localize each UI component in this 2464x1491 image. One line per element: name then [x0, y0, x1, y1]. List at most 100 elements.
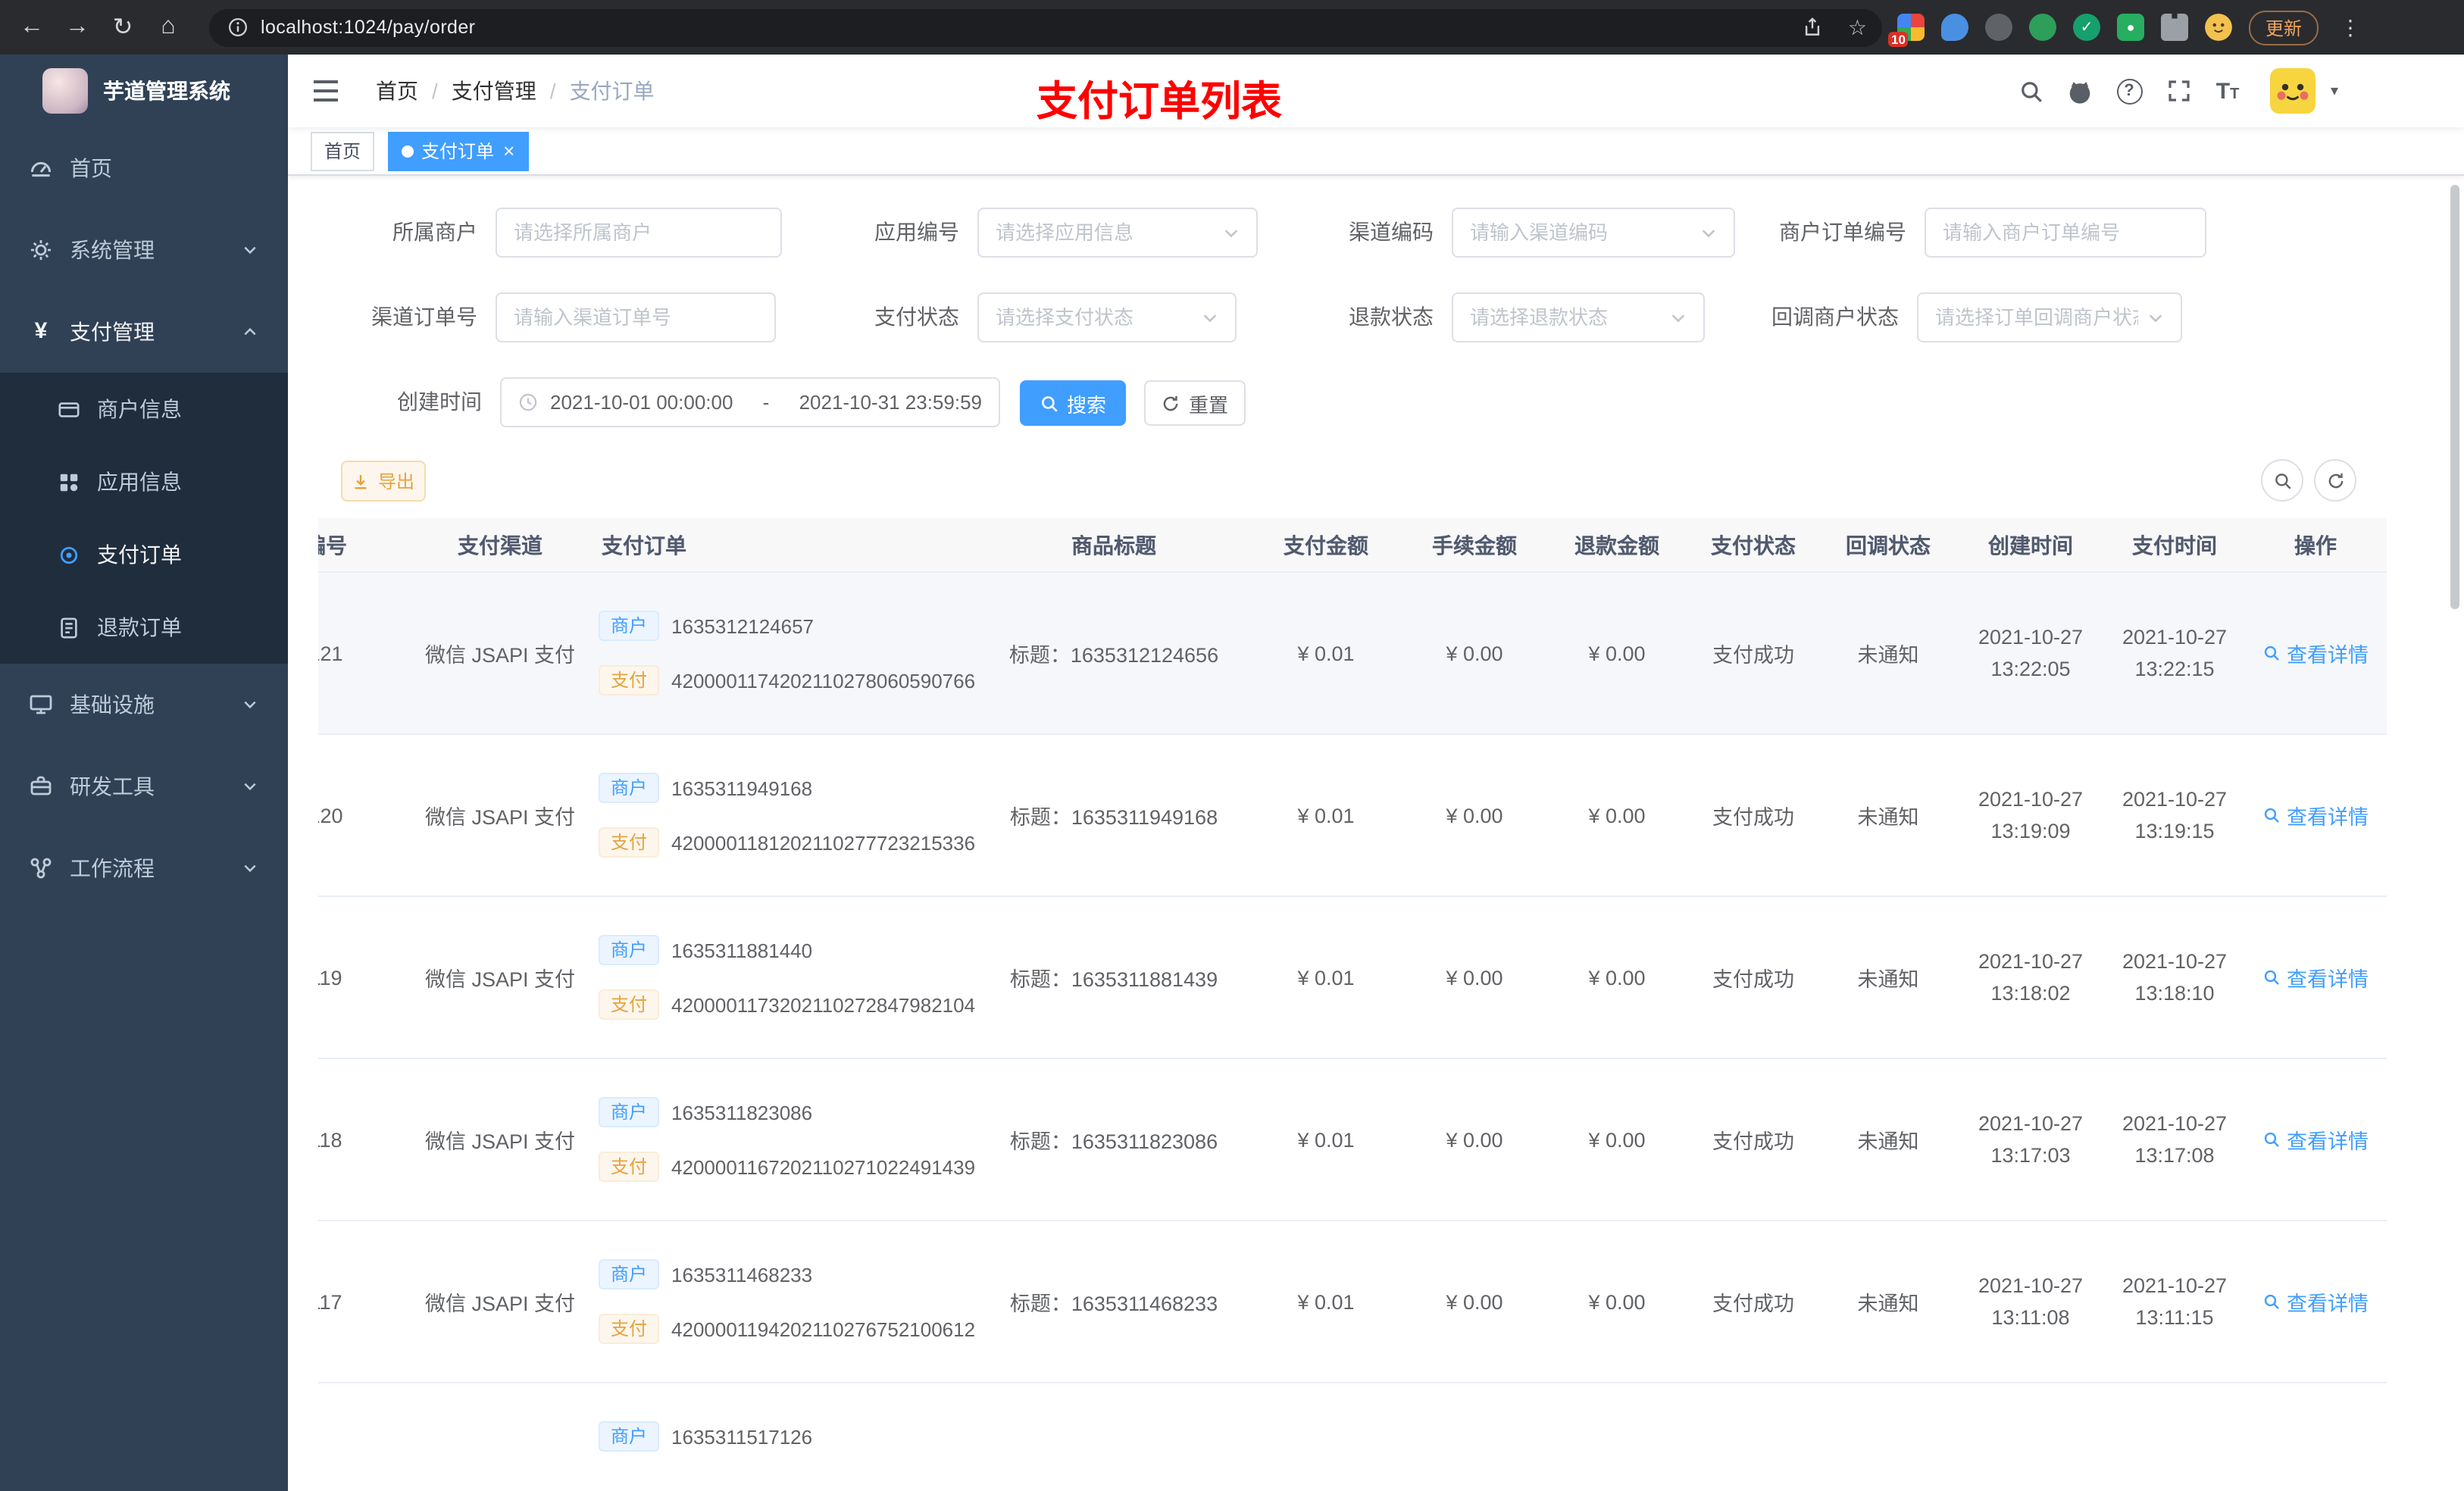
view-detail-link[interactable]: 查看详情 — [2262, 638, 2369, 668]
callback-status-input[interactable] — [1935, 306, 2138, 329]
browser-menu-icon[interactable]: ⋮ — [2335, 14, 2366, 40]
chevron-down-icon[interactable]: ▾ — [2331, 55, 2338, 127]
merchant-tag: 商户 — [599, 773, 660, 803]
extension-icon-chat[interactable]: ● — [2117, 14, 2144, 41]
export-button[interactable]: 导出 — [341, 461, 426, 502]
help-icon[interactable]: ? — [2111, 73, 2147, 109]
browser-update-button[interactable]: 更新 — [2249, 10, 2319, 45]
share-icon[interactable] — [1803, 17, 1824, 38]
extension-icon-check[interactable]: ✓ — [2073, 14, 2100, 41]
merchant-order-no-input[interactable] — [1943, 221, 2188, 244]
sidebar-item-infrastructure[interactable]: 基础设施 — [0, 664, 288, 746]
github-icon[interactable] — [2061, 73, 2097, 109]
cell-fee-amount: ¥ 0.00 — [1446, 804, 1503, 827]
reset-button[interactable]: 重置 — [1144, 380, 1246, 426]
cell-refund-amount: ¥ 0.00 — [1588, 966, 1646, 989]
search-icon — [2264, 645, 2279, 661]
page-scrollbar[interactable] — [2450, 185, 2459, 609]
search-toggle-button[interactable] — [2261, 459, 2303, 502]
page-title-annotation: 支付订单列表 — [1037, 79, 1282, 124]
fullscreen-icon[interactable] — [2161, 73, 2197, 109]
bookmark-star-icon[interactable]: ☆ — [1848, 14, 1867, 40]
active-dot-icon — [402, 145, 414, 157]
search-button[interactable]: 搜索 — [1020, 380, 1126, 426]
browser-extensions: 10 ✓ ● 更新 ⋮ — [1888, 0, 2366, 55]
cell-refund-amount: ¥ 0.00 — [1588, 804, 1646, 827]
extension-icon-blue-drop[interactable] — [1941, 14, 1968, 41]
sidebar-item-dev-tools[interactable]: 研发工具 — [0, 746, 288, 827]
filter-label-refund-status: 退款状态 — [1349, 305, 1434, 329]
extension-icon-multicolor[interactable]: 10 — [1888, 14, 1925, 47]
app-select[interactable] — [977, 208, 1258, 258]
cell-pay-order: 商户 1635311823086 支付 42000011672021102710… — [599, 1059, 977, 1220]
cell-callback-status — [1820, 1383, 1956, 1491]
reload-icon[interactable]: ↻ — [100, 5, 145, 50]
view-detail-link[interactable]: 查看详情 — [2262, 800, 2369, 830]
breadcrumb-separator: / — [432, 79, 438, 103]
channel-order-no-field[interactable] — [496, 292, 776, 342]
sidebar-item-payment[interactable]: ¥ 支付管理 — [0, 291, 288, 373]
font-size-icon[interactable]: TT — [2209, 73, 2246, 109]
pay-order-line: 支付 4200001181202110277723215336 — [599, 827, 975, 858]
sidebar-item-merchant-info[interactable]: 商户信息 — [0, 373, 288, 445]
create-time: 13:11:08 — [1991, 1306, 2070, 1329]
refund-status-select[interactable] — [1452, 292, 1705, 342]
channel-code-select[interactable] — [1452, 208, 1735, 258]
breadcrumb-separator: / — [549, 79, 556, 103]
cell-product-title: 标题：1635311881439 — [1009, 968, 1218, 991]
merchant-select[interactable] — [496, 208, 782, 258]
forward-icon[interactable]: → — [55, 5, 100, 50]
sidebar-item-pay-order[interactable]: 支付订单 — [0, 518, 288, 591]
refund-status-input[interactable] — [1470, 306, 1661, 329]
callback-status-select[interactable] — [1917, 292, 2182, 342]
breadcrumb-payment[interactable]: 支付管理 — [452, 76, 536, 106]
sidebar-item-home[interactable]: 首页 — [0, 127, 288, 209]
home-icon[interactable]: ⌂ — [145, 5, 191, 50]
tab-pay-order[interactable]: 支付订单 × — [388, 131, 529, 170]
browser-profile-avatar[interactable] — [2205, 14, 2232, 41]
address-bar[interactable]: localhost:1024/pay/order ☆ — [209, 8, 1882, 46]
tab-label: 首页 — [324, 141, 361, 162]
refresh-table-button[interactable] — [2314, 459, 2356, 502]
extension-icon-dark[interactable] — [1985, 14, 2012, 41]
grid-icon — [60, 473, 78, 491]
close-icon[interactable]: × — [503, 141, 514, 161]
pay-status-input[interactable] — [996, 306, 1193, 329]
date-end[interactable]: 2021-10-31 23:59:59 — [799, 391, 982, 414]
merchant-input[interactable] — [514, 221, 764, 244]
create-time-range-picker[interactable]: 2021-10-01 00:00:00 - 2021-10-31 23:59:5… — [500, 377, 1000, 427]
chevron-down-icon — [244, 783, 256, 791]
sidebar-item-workflow[interactable]: 工作流程 — [0, 827, 288, 909]
view-detail-link[interactable]: 查看详情 — [2262, 1286, 2369, 1317]
app-input[interactable] — [996, 221, 1214, 244]
channel-code-input[interactable] — [1470, 221, 1691, 244]
column-header-actions: 操作 — [2294, 533, 2337, 557]
info-icon[interactable] — [227, 17, 249, 38]
view-detail-link[interactable]: 查看详情 — [2262, 1124, 2369, 1155]
pay-status-select[interactable] — [977, 292, 1237, 342]
sidebar-item-refund-order[interactable]: 退款订单 — [0, 591, 288, 664]
cell-actions: 查看详情 — [2244, 735, 2387, 896]
hamburger-icon[interactable] — [311, 76, 341, 106]
merchant-order-line: 商户 1635312124657 — [599, 611, 814, 641]
cell-pay-order: 商户 1635311468233 支付 42000011942021102767… — [599, 1221, 977, 1382]
tab-home[interactable]: 首页 — [311, 131, 375, 170]
view-detail-link[interactable]: 查看详情 — [2262, 962, 2369, 992]
back-icon[interactable]: ← — [9, 5, 55, 50]
search-icon[interactable] — [2012, 73, 2049, 109]
user-avatar[interactable] — [2270, 68, 2315, 114]
sidebar-item-app-info[interactable]: 应用信息 — [0, 445, 288, 518]
merchant-order-no-field[interactable] — [1925, 208, 2206, 258]
download-icon — [355, 474, 367, 489]
sidebar-item-label: 支付订单 — [97, 542, 182, 567]
sidebar-item-system[interactable]: 系统管理 — [0, 209, 288, 291]
breadcrumb-home[interactable]: 首页 — [376, 76, 418, 106]
yen-icon: ¥ — [34, 318, 48, 344]
date-start[interactable]: 2021-10-01 00:00:00 — [550, 391, 733, 414]
extensions-puzzle-icon[interactable] — [2161, 14, 2188, 41]
pay-order-no: 4200001167202110271022491439 — [671, 1155, 976, 1178]
channel-order-no-input[interactable] — [514, 306, 758, 329]
sidebar-item-label: 研发工具 — [70, 774, 155, 799]
extension-icon-green[interactable] — [2029, 14, 2056, 41]
cell-actions: 查看详情 — [2244, 573, 2387, 733]
